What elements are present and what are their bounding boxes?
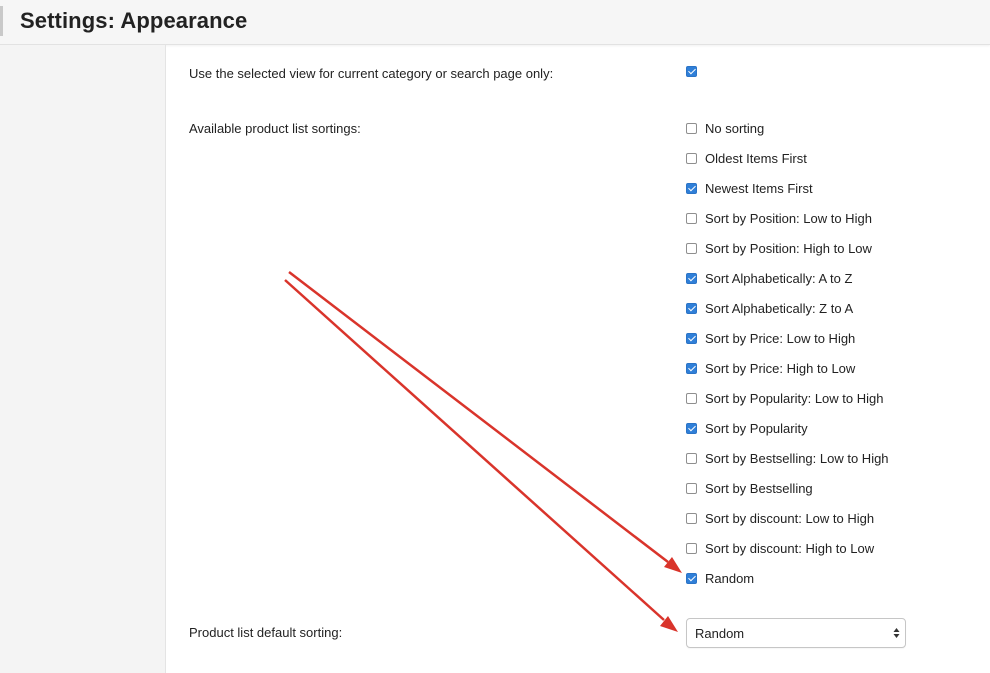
left-sidebar — [0, 45, 166, 673]
sorting-checkbox[interactable] — [686, 513, 697, 524]
sorting-checkbox[interactable] — [686, 213, 697, 224]
sorting-option-label[interactable]: Sort by Popularity — [705, 421, 808, 436]
header-edge-marker — [0, 6, 3, 36]
sorting-option-label[interactable]: Sort Alphabetically: Z to A — [705, 301, 853, 316]
page-header: Settings: Appearance — [0, 0, 990, 45]
sorting-checkbox[interactable] — [686, 483, 697, 494]
sorting-checkbox[interactable] — [686, 273, 697, 284]
sorting-option-label[interactable]: Oldest Items First — [705, 151, 807, 166]
sorting-option-label[interactable]: Sort by discount: High to Low — [705, 541, 874, 556]
sorting-option-label[interactable]: Sort by Position: High to Low — [705, 241, 872, 256]
sorting-checkbox[interactable] — [686, 153, 697, 164]
sorting-checkbox[interactable] — [686, 123, 697, 134]
sorting-option-label[interactable]: Sort by Position: Low to High — [705, 211, 872, 226]
arrowhead-icon — [664, 557, 682, 573]
sorting-checkbox[interactable] — [686, 333, 697, 344]
sorting-option-label[interactable]: Newest Items First — [705, 181, 813, 196]
annotation-arrow-to-default-select — [284, 279, 665, 621]
sorting-option-label[interactable]: Sort by discount: Low to High — [705, 511, 874, 526]
default-sorting-value: Random — [695, 626, 745, 641]
selected-view-checkbox[interactable] — [686, 66, 697, 77]
sorting-option-label[interactable]: Sort by Price: Low to High — [705, 331, 855, 346]
sorting-checkbox[interactable] — [686, 363, 697, 374]
sorting-option-label[interactable]: Sort by Price: High to Low — [705, 361, 855, 376]
sorting-checkbox[interactable] — [686, 303, 697, 314]
sorting-option-label[interactable]: Sort by Bestselling — [705, 481, 813, 496]
sorting-checkbox[interactable] — [686, 573, 697, 584]
sorting-option-label[interactable]: Random — [705, 571, 754, 586]
sorting-checkbox[interactable] — [686, 243, 697, 254]
sorting-option-label[interactable]: Sort by Popularity: Low to High — [705, 391, 883, 406]
sorting-option-label[interactable]: No sorting — [705, 121, 764, 136]
sortings-label: Available product list sortings: — [189, 121, 361, 136]
sorting-checkbox[interactable] — [686, 453, 697, 464]
select-updown-icon — [893, 628, 900, 638]
sorting-checkbox[interactable] — [686, 543, 697, 554]
annotation-arrow-to-random-checkbox — [288, 271, 669, 563]
sorting-checkbox[interactable] — [686, 183, 697, 194]
sorting-option-label[interactable]: Sort by Bestselling: Low to High — [705, 451, 889, 466]
page-title: Settings: Appearance — [20, 8, 248, 33]
selected-view-label: Use the selected view for current catego… — [189, 66, 554, 81]
sorting-option-label[interactable]: Sort Alphabetically: A to Z — [705, 271, 852, 286]
sorting-checkbox[interactable] — [686, 423, 697, 434]
sorting-checkbox[interactable] — [686, 393, 697, 404]
arrowhead-icon — [660, 616, 678, 632]
default-sorting-select[interactable]: Random — [686, 618, 906, 648]
default-sorting-label: Product list default sorting: — [189, 625, 343, 640]
